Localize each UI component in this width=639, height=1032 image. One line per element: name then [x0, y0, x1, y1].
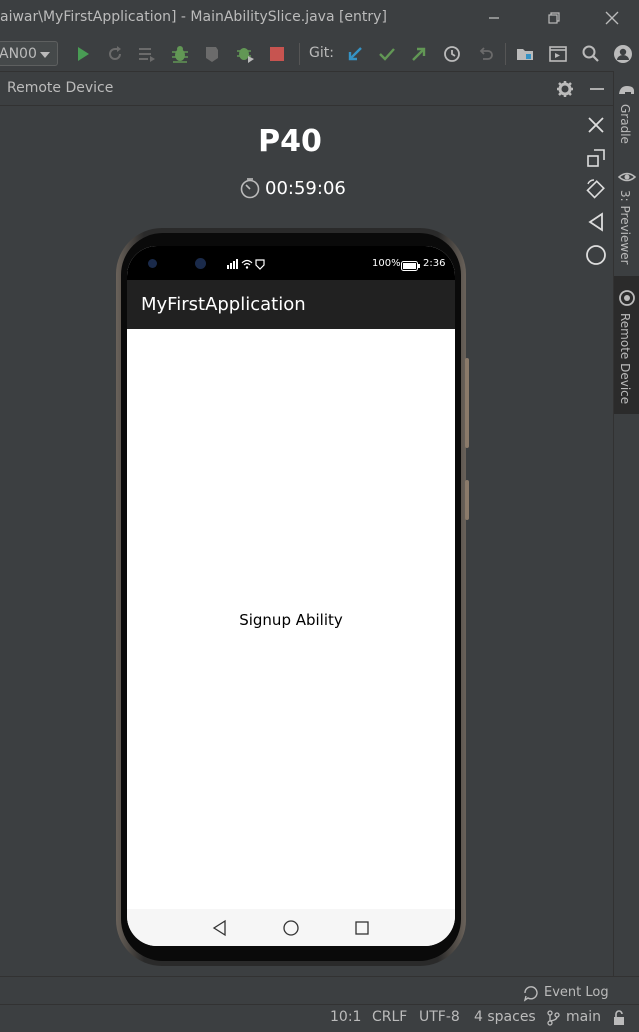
panel-settings-button[interactable]: [555, 79, 575, 99]
rotate-icon: [586, 179, 605, 199]
attach-debugger-button[interactable]: [235, 44, 255, 64]
search-icon: [582, 45, 599, 62]
list-icon: [139, 48, 155, 62]
timer-icon: [239, 177, 261, 199]
sidebar-tab-remote-device[interactable]: Remote Device: [618, 313, 632, 404]
nav-home-button[interactable]: [282, 919, 300, 937]
terminal-icon: [549, 46, 567, 62]
battery-icon: [401, 259, 421, 271]
device-selector-label: AN00: [0, 46, 37, 62]
close-window-button[interactable]: [600, 6, 624, 30]
git-push-button[interactable]: [409, 44, 429, 64]
rerun-icon: [109, 46, 121, 60]
eye-icon: [617, 170, 637, 184]
arrow-down-left-icon: [348, 47, 362, 61]
minimize-button[interactable]: [482, 6, 506, 30]
restore-button[interactable]: [542, 6, 566, 30]
terminal-button[interactable]: [548, 44, 568, 64]
stop-icon: [270, 47, 284, 61]
coverage-button[interactable]: [202, 44, 222, 64]
file-encoding[interactable]: UTF-8: [419, 1009, 460, 1025]
rerun-button[interactable]: [105, 44, 125, 64]
front-camera-2-icon: [195, 258, 206, 269]
window-title: aiwar\MyFirstApplication] - MainAbilityS…: [0, 9, 387, 25]
home-circle-icon: [283, 920, 299, 936]
device-name: P40: [258, 124, 322, 159]
project-structure-button[interactable]: [515, 44, 535, 64]
phone-volume-button: [465, 358, 469, 448]
close-icon: [588, 117, 604, 133]
back-triangle-icon: [588, 212, 603, 232]
app-title: MyFirstApplication: [141, 294, 306, 315]
device-home-button[interactable]: [585, 244, 607, 266]
signup-ability-text: Signup Ability: [239, 611, 343, 629]
indent-setting[interactable]: 4 spaces: [474, 1009, 536, 1025]
signal-wifi-icons: [223, 258, 267, 270]
caret-position[interactable]: 10:1: [330, 1009, 361, 1025]
phone-screen[interactable]: [127, 246, 455, 946]
toolbar-divider: [299, 43, 300, 65]
rotate-device-button[interactable]: [585, 178, 607, 200]
home-circle-icon: [586, 245, 606, 265]
device-selector[interactable]: AN00: [0, 41, 58, 66]
sidebar-tab-gradle[interactable]: Gradle: [618, 104, 632, 144]
folder-icon: [517, 49, 533, 60]
restore-icon: [548, 12, 560, 24]
toolbar-divider: [505, 43, 506, 65]
event-log-icon: [522, 984, 540, 1002]
minimize-icon: [590, 88, 604, 90]
nav-back-button[interactable]: [211, 919, 229, 937]
remote-icon: [619, 290, 635, 306]
git-label: Git:: [309, 45, 334, 61]
back-triangle-icon: [212, 919, 226, 937]
resize-icon: [587, 149, 605, 167]
run-icon: [78, 47, 89, 61]
minimize-icon: [489, 17, 499, 19]
avatar-icon: [614, 45, 632, 63]
square-icon: [355, 921, 369, 935]
close-icon: [605, 11, 619, 25]
line-separator[interactable]: CRLF: [372, 1009, 407, 1025]
lock-icon[interactable]: [611, 1009, 627, 1027]
status-bar: [0, 1004, 639, 1032]
sidebar-tab-previewer[interactable]: 3: Previewer: [618, 190, 632, 265]
clock-icon: [444, 46, 460, 62]
shield-icon: [206, 47, 218, 62]
chevron-down-icon: [40, 52, 50, 58]
git-branch-icon: [546, 1010, 560, 1026]
stop-button[interactable]: [267, 44, 287, 64]
run-button[interactable]: [73, 44, 93, 64]
battery-percent: 100%: [372, 258, 401, 269]
debug-button[interactable]: [170, 44, 190, 64]
search-button[interactable]: [581, 44, 601, 64]
undo-icon: [479, 47, 493, 60]
git-rollback-button[interactable]: [475, 44, 495, 64]
remote-device-tab-icon: [617, 288, 637, 308]
phone-power-button: [465, 480, 469, 520]
device-back-button[interactable]: [585, 211, 607, 233]
gear-icon: [557, 81, 573, 97]
bug-icon: [172, 46, 188, 63]
attach-bug-icon: [237, 48, 254, 63]
panel-title: Remote Device: [7, 80, 114, 96]
git-history-button[interactable]: [442, 44, 462, 64]
git-update-button[interactable]: [345, 44, 365, 64]
panel-hide-button[interactable]: [587, 79, 607, 99]
apply-changes-button[interactable]: [137, 44, 157, 64]
close-device-button[interactable]: [585, 114, 607, 136]
git-branch[interactable]: main: [566, 1009, 601, 1025]
resize-device-button[interactable]: [585, 147, 607, 169]
session-timer: 00:59:06: [265, 178, 346, 199]
gradle-tab-icon: [617, 82, 637, 98]
git-commit-button[interactable]: [377, 44, 397, 64]
arrow-up-right-icon: [412, 47, 426, 61]
account-button[interactable]: [613, 44, 633, 64]
status-time: 2:36: [423, 258, 446, 269]
signal-icon: [227, 259, 265, 270]
event-log-button[interactable]: Event Log: [544, 985, 609, 1000]
checkmark-icon: [379, 48, 395, 61]
elephant-icon: [619, 86, 634, 94]
nav-recents-button[interactable]: [353, 919, 371, 937]
front-camera-icon: [148, 259, 157, 268]
